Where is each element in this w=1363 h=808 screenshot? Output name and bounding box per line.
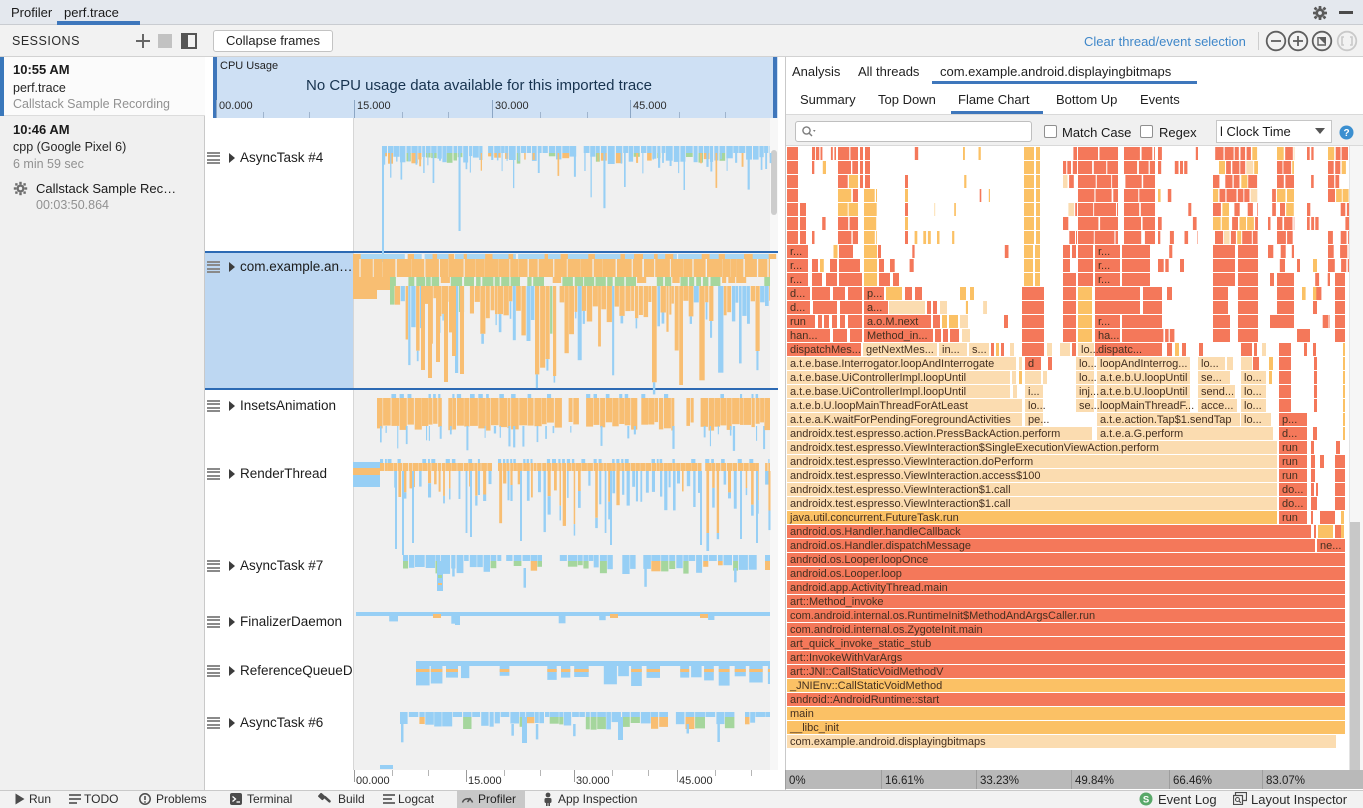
svg-text:run: run — [1282, 470, 1298, 482]
svg-text:lo...: lo... — [1079, 372, 1097, 384]
svg-text:d...: d... — [790, 302, 805, 314]
svg-text:__libc_init: __libc_init — [789, 722, 839, 734]
svg-text:lo...: lo... — [1081, 344, 1099, 356]
svg-text:do...: do... — [1282, 484, 1303, 496]
svg-text:r...: r... — [790, 274, 802, 286]
svg-text:?: ? — [1343, 128, 1349, 139]
svg-text:android.app.ActivityThread.mai: android.app.ActivityThread.main — [790, 582, 948, 594]
svg-text:a...: a... — [867, 302, 882, 314]
svg-text:lo...: lo... — [1201, 358, 1219, 370]
svg-text:p...: p... — [867, 288, 882, 300]
svg-text:androidx.test.espresso.ViewInt: androidx.test.espresso.ViewInteraction.a… — [790, 470, 1041, 482]
svg-text:dispatchMes...: dispatchMes... — [790, 344, 861, 356]
svg-text:r...: r... — [1098, 316, 1110, 328]
svg-text:i...: i... — [1028, 386, 1040, 398]
svg-text:a.t.e.base.Interrogator.loopAn: a.t.e.base.Interrogator.loopAndInterroga… — [790, 358, 994, 370]
svg-text:lo...: lo... — [1244, 386, 1262, 398]
svg-text:run: run — [790, 316, 806, 328]
svg-text:android.os.Looper.loop: android.os.Looper.loop — [790, 568, 902, 580]
svg-text:androidx.test.espresso.ViewInt: androidx.test.espresso.ViewInteraction$1… — [790, 498, 1011, 510]
svg-text:com.android.internal.os.Zygote: com.android.internal.os.ZygoteInit.main — [790, 624, 983, 636]
svg-text:a.t.e.b.U.loopUntil: a.t.e.b.U.loopUntil — [1100, 372, 1187, 384]
svg-text:lo...: lo... — [1244, 400, 1262, 412]
svg-text:lo...: lo... — [1028, 400, 1046, 412]
svg-text:a.o.M.next: a.o.M.next — [867, 316, 918, 328]
svg-text:run: run — [1282, 442, 1298, 454]
svg-text:android.os.Handler.handleCallb: android.os.Handler.handleCallback — [790, 526, 961, 538]
svg-text:androidx.test.espresso.ViewInt: androidx.test.espresso.ViewInteraction$1… — [790, 484, 1011, 496]
svg-text:ha...: ha... — [1098, 330, 1119, 342]
svg-text:send...: send... — [1201, 386, 1234, 398]
svg-text:ne...: ne... — [1320, 540, 1341, 552]
svg-text:inj...: inj... — [1079, 386, 1099, 398]
svg-text:run: run — [1282, 456, 1298, 468]
svg-text:lo...: lo... — [1079, 358, 1097, 370]
svg-text:se...: se... — [1079, 400, 1100, 412]
svg-text:lo...: lo... — [1244, 372, 1262, 384]
svg-text:art_quick_invoke_static_stub: art_quick_invoke_static_stub — [790, 638, 931, 650]
svg-text:java.util.concurrent.FutureTas: java.util.concurrent.FutureTask.run — [789, 512, 959, 524]
svg-text:r...: r... — [1098, 246, 1110, 258]
svg-text:d: d — [1028, 358, 1034, 370]
svg-text:_JNIEnv::CallStaticVoidMethod: _JNIEnv::CallStaticVoidMethod — [789, 680, 942, 692]
svg-text:dispatc...: dispatc... — [1098, 344, 1142, 356]
svg-text:art::InvokeWithVarArgs: art::InvokeWithVarArgs — [790, 652, 903, 664]
svg-text:android::AndroidRuntime::start: android::AndroidRuntime::start — [790, 694, 939, 706]
svg-text:main: main — [790, 708, 814, 720]
svg-text:d...: d... — [790, 288, 805, 300]
svg-text:a.t.e.b.U.loopUntil: a.t.e.b.U.loopUntil — [1100, 386, 1187, 398]
svg-text:loopMainThreadF...: loopMainThreadF... — [1100, 400, 1194, 412]
svg-text:androidx.test.espresso.action.: androidx.test.espresso.action.PressBackA… — [790, 428, 1060, 440]
svg-text:lo...: lo... — [1244, 414, 1262, 426]
svg-text:r...: r... — [790, 246, 802, 258]
svg-text:art::Method_invoke: art::Method_invoke — [790, 596, 884, 608]
svg-text:run: run — [1282, 512, 1298, 524]
svg-text:a.t.e.base.UiControllerImpl.lo: a.t.e.base.UiControllerImpl.loopUntil — [790, 372, 966, 384]
svg-text:r...: r... — [1098, 274, 1110, 286]
svg-text:a.t.e.a.K.waitForPendingForegr: a.t.e.a.K.waitForPendingForegroundActivi… — [790, 414, 1011, 426]
svg-text:han...: han... — [790, 330, 818, 342]
svg-text:a.t.e.b.U.loopMainThreadForAtL: a.t.e.b.U.loopMainThreadForAtLeast — [790, 400, 968, 412]
svg-text:a.t.e.base.UiControllerImpl.lo: a.t.e.base.UiControllerImpl.loopUntil — [790, 386, 966, 398]
svg-text:a.t.e.action.Tap$1.sendTap: a.t.e.action.Tap$1.sendTap — [1100, 414, 1231, 426]
svg-text:androidx.test.espresso.ViewInt: androidx.test.espresso.ViewInteraction.d… — [790, 456, 1033, 468]
svg-text:se...: se... — [1201, 372, 1222, 384]
svg-text:com.android.internal.os.Runtim: com.android.internal.os.RuntimeInit$Meth… — [790, 610, 1095, 622]
svg-text:p...: p... — [1282, 414, 1297, 426]
svg-text:androidx.test.espresso.ViewInt: androidx.test.espresso.ViewInteraction$S… — [790, 442, 1159, 454]
svg-text:acce...: acce... — [1201, 400, 1233, 412]
svg-text:s...: s... — [972, 344, 987, 356]
svg-text:getNextMes...: getNextMes... — [866, 344, 934, 356]
svg-text:r...: r... — [790, 260, 802, 272]
svg-text:android.os.Handler.dispatchMes: android.os.Handler.dispatchMessage — [790, 540, 971, 552]
svg-text:com.example.android.displaying: com.example.android.displayingbitmaps — [790, 736, 986, 748]
svg-text:android.os.Looper.loopOnce: android.os.Looper.loopOnce — [790, 554, 928, 566]
svg-text:S: S — [1143, 795, 1149, 806]
svg-text:a.t.e.a.G.perform: a.t.e.a.G.perform — [1100, 428, 1183, 440]
svg-text:art::JNI::CallStaticVoidMethod: art::JNI::CallStaticVoidMethodV — [790, 666, 944, 678]
svg-text:d...: d... — [1282, 428, 1297, 440]
svg-text:loopAndInterrog...: loopAndInterrog... — [1100, 358, 1187, 370]
svg-text:do...: do... — [1282, 498, 1303, 510]
svg-text:in...: in... — [942, 344, 960, 356]
svg-text:Method_in...: Method_in... — [867, 330, 928, 342]
svg-text:r...: r... — [1098, 260, 1110, 272]
svg-text:pe...: pe... — [1028, 414, 1049, 426]
